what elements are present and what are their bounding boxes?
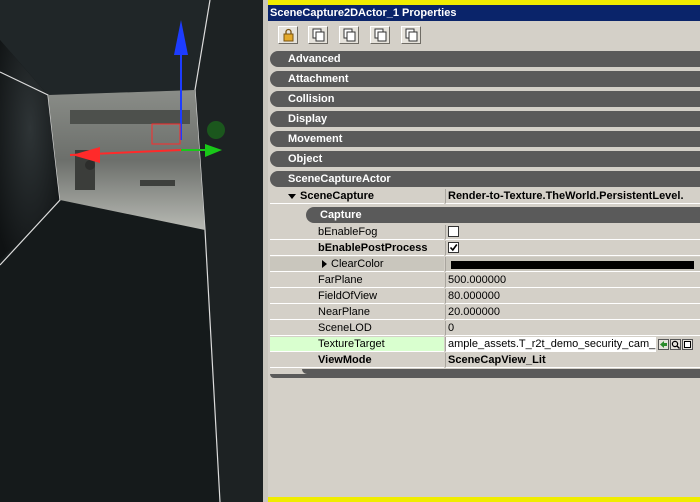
category-attachment[interactable]: Attachment <box>270 71 700 87</box>
expand-arrow-icon[interactable] <box>322 260 327 269</box>
property-label: FieldOfView <box>318 290 378 302</box>
arrow-left-icon <box>660 340 667 348</box>
lock-button[interactable] <box>278 26 298 44</box>
property-value[interactable]: 20.000000 <box>445 305 700 320</box>
copy-button-1[interactable] <box>308 26 328 44</box>
copy-button-2[interactable] <box>339 26 359 44</box>
lock-icon <box>283 28 294 42</box>
square-icon <box>684 340 691 348</box>
property-texturetarget[interactable]: TextureTarget ample_assets.T_r2t_demo_se… <box>270 337 700 353</box>
use-selected-button[interactable] <box>658 338 669 350</box>
category-collision[interactable]: Collision <box>270 91 700 107</box>
copy-icon <box>405 28 418 42</box>
properties-window: SceneCapture2DActor_1 Properties Advance… <box>268 5 700 497</box>
property-value[interactable]: 80.000000 <box>445 289 700 304</box>
property-clearcolor[interactable]: ClearColor <box>270 257 700 273</box>
copy-icon <box>343 28 356 42</box>
group-capture[interactable]: Capture <box>306 207 700 223</box>
property-label: ClearColor <box>331 258 384 270</box>
property-value[interactable]: 500.000000 <box>445 273 700 288</box>
category-movement[interactable]: Movement <box>270 131 700 147</box>
copy-icon <box>374 28 387 42</box>
magnifier-icon <box>671 340 680 349</box>
toolbar <box>268 21 700 47</box>
clear-button[interactable] <box>682 338 693 350</box>
checkmark-icon <box>449 243 458 251</box>
property-benablefog[interactable]: bEnableFog <box>270 225 700 241</box>
level-viewport[interactable] <box>0 0 263 502</box>
property-label: SceneLOD <box>318 322 372 334</box>
checkbox[interactable] <box>448 225 459 237</box>
category-advanced[interactable]: Advanced <box>270 51 700 67</box>
window-title: SceneCapture2DActor_1 Properties <box>268 5 700 21</box>
category-display[interactable]: Display <box>270 111 700 127</box>
category-footer <box>270 374 700 378</box>
property-value[interactable]: 0 <box>445 321 700 336</box>
copy-button-4[interactable] <box>401 26 421 44</box>
property-fieldofview[interactable]: FieldOfView 80.000000 <box>270 289 700 305</box>
property-benablepostprocess[interactable]: bEnablePostProcess <box>270 241 700 257</box>
property-label: bEnablePostProcess <box>318 242 428 254</box>
collapse-arrow-icon[interactable] <box>288 193 296 199</box>
property-label: ViewMode <box>318 354 372 366</box>
property-label: NearPlane <box>318 306 370 318</box>
property-value[interactable]: Render-to-Texture.TheWorld.PersistentLev… <box>445 189 700 204</box>
property-label: bEnableFog <box>318 226 378 238</box>
property-label: SceneCapture <box>300 190 374 202</box>
category-object[interactable]: Object <box>270 151 700 167</box>
color-swatch[interactable] <box>451 261 694 269</box>
property-scenecapture[interactable]: SceneCapture Render-to-Texture.TheWorld.… <box>270 189 700 205</box>
property-label: FarPlane <box>318 274 363 286</box>
copy-icon <box>312 28 325 42</box>
copy-button-3[interactable] <box>370 26 390 44</box>
property-nearplane[interactable]: NearPlane 20.000000 <box>270 305 700 321</box>
find-in-browser-button[interactable] <box>670 338 681 350</box>
property-scenelod[interactable]: SceneLOD 0 <box>270 321 700 337</box>
property-viewmode[interactable]: ViewMode SceneCapView_Lit <box>270 353 700 369</box>
property-value[interactable]: SceneCapView_Lit <box>445 353 700 368</box>
property-label: TextureTarget <box>318 338 385 350</box>
texture-target-input[interactable]: ample_assets.T_r2t_demo_security_cam_1' <box>445 337 656 352</box>
category-scenecaptureactor[interactable]: SceneCaptureActor <box>270 171 700 187</box>
property-farplane[interactable]: FarPlane 500.000000 <box>270 273 700 289</box>
checkbox-checked[interactable] <box>448 241 459 253</box>
